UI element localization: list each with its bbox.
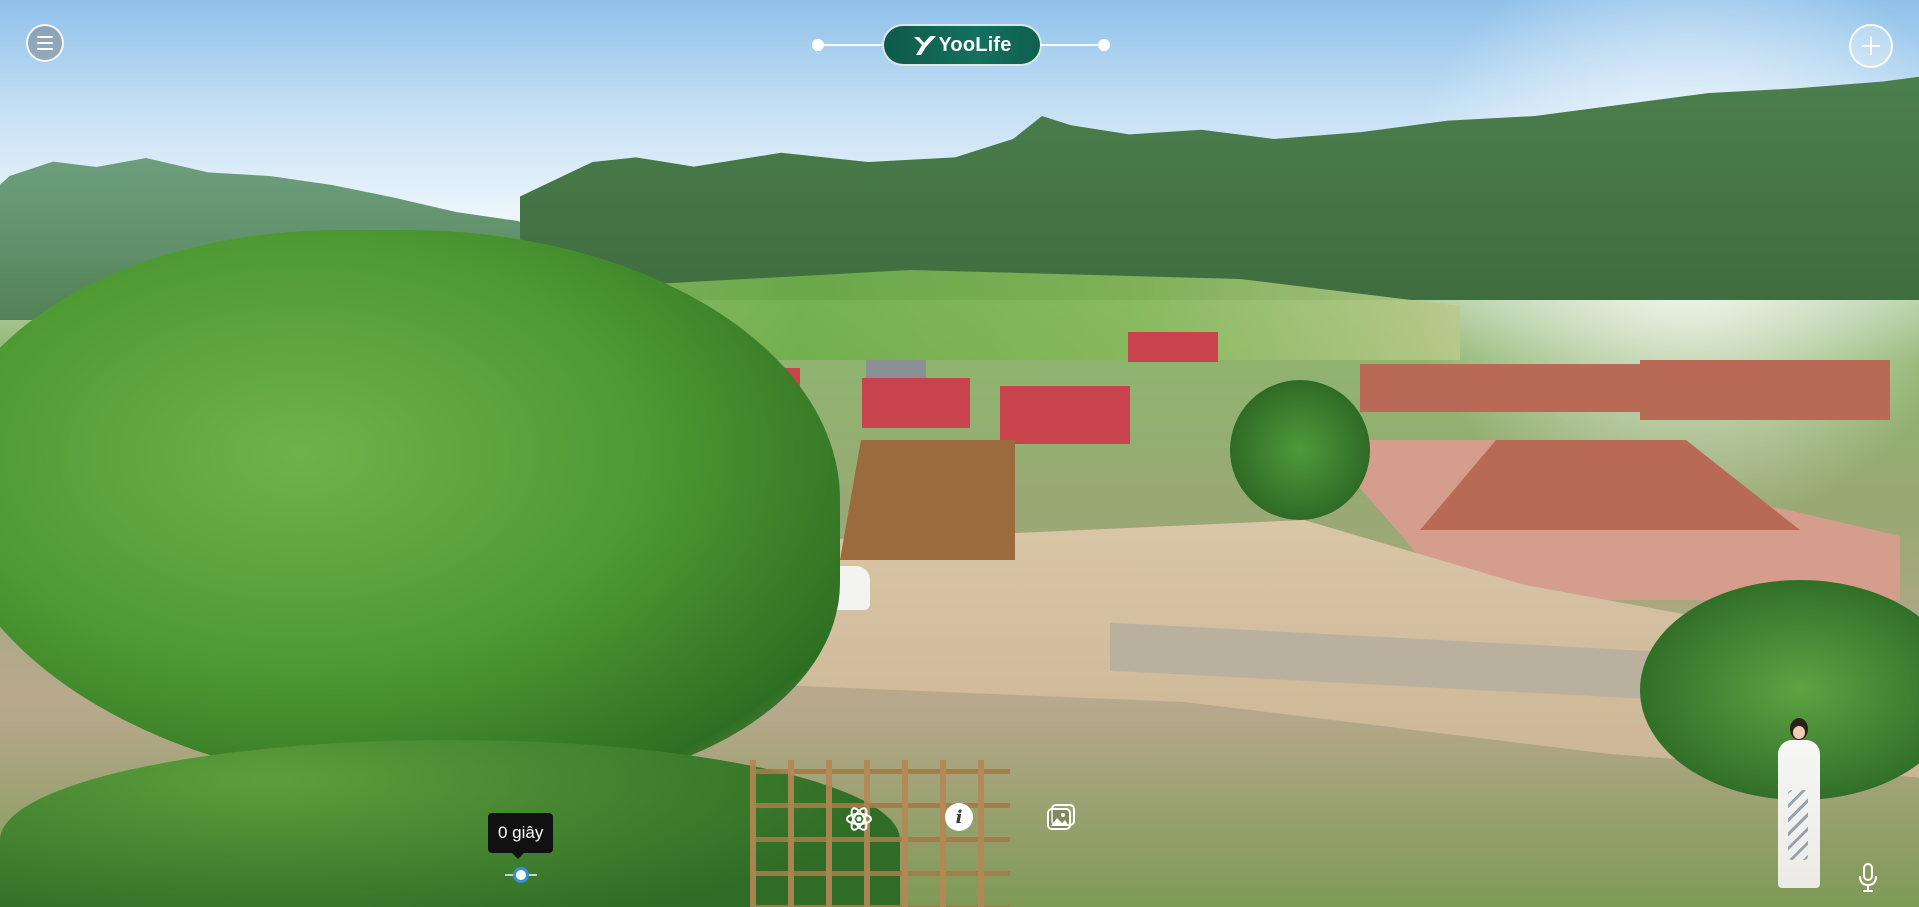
- tree: [1230, 380, 1370, 520]
- microphone-button[interactable]: [1856, 862, 1880, 894]
- info-icon: i: [945, 803, 973, 831]
- virtual-guide-avatar[interactable]: [1774, 718, 1826, 888]
- avatar-dress: [1778, 740, 1820, 888]
- house-roof: [1360, 364, 1640, 412]
- logo-text: YooLife: [938, 33, 1012, 56]
- microphone-icon: [1859, 863, 1877, 892]
- dirt-lot: [840, 440, 1015, 560]
- time-tooltip: 0 giây: [488, 813, 554, 859]
- time-slider-knob[interactable]: [513, 867, 529, 883]
- time-tooltip-text: 0 giây: [498, 823, 544, 842]
- house-roof: [1000, 386, 1130, 444]
- hamburger-menu-icon: [37, 36, 53, 50]
- house-roof: [1128, 332, 1218, 362]
- house-roof: [866, 360, 926, 380]
- logo-bar: YooLife: [812, 24, 1112, 66]
- panorama-viewport[interactable]: [0, 0, 1919, 907]
- atom-icon: [846, 807, 872, 831]
- menu-button[interactable]: [26, 24, 64, 62]
- house-roof: [862, 378, 970, 428]
- house-roof: [1640, 360, 1890, 420]
- logo-line-left: [822, 44, 884, 46]
- yoolife-logo-mark: [914, 36, 937, 55]
- plus-icon: [1862, 37, 1880, 55]
- foreground-tree: [0, 230, 840, 790]
- logo-dot-right: [1098, 39, 1110, 51]
- photo-gallery-icon: [1047, 804, 1075, 830]
- time-slider[interactable]: [505, 867, 537, 883]
- yoolife-logo[interactable]: YooLife: [882, 24, 1042, 66]
- gallery-button[interactable]: [1044, 800, 1078, 834]
- info-button[interactable]: i: [942, 800, 976, 834]
- add-button[interactable]: [1849, 24, 1893, 68]
- logo-line-right: [1040, 44, 1102, 46]
- settings-button[interactable]: [842, 802, 876, 836]
- avatar-face: [1793, 726, 1805, 739]
